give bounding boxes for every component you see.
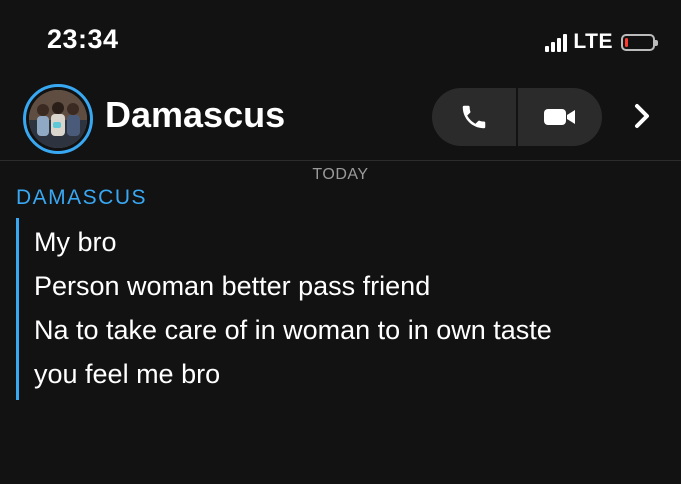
status-time: 23:34: [47, 24, 119, 54]
avatar[interactable]: [23, 84, 93, 154]
video-call-button[interactable]: [518, 88, 602, 146]
profile-chevron-button[interactable]: [622, 96, 662, 136]
call-button-group: [432, 88, 602, 146]
sender-name: DAMASCUS: [16, 186, 148, 209]
chat-header: Damascus: [0, 84, 681, 161]
message-text[interactable]: Person woman better pass friend: [34, 264, 552, 308]
status-bar: 23:34 LTE: [0, 0, 681, 84]
battery-level: [625, 37, 628, 47]
message-group: My bro Person woman better pass friend N…: [16, 218, 552, 400]
video-camera-icon: [544, 109, 575, 125]
contact-name[interactable]: Damascus: [105, 94, 285, 136]
message-text[interactable]: you feel me bro: [34, 352, 552, 396]
contact-photo: [29, 90, 87, 148]
battery-icon: [621, 33, 658, 51]
message-text[interactable]: Na to take care of in woman to in own ta…: [34, 308, 552, 352]
day-separator: TODAY: [312, 166, 369, 183]
phone-icon: [462, 105, 486, 129]
network-type: LTE: [573, 30, 613, 53]
voice-call-button[interactable]: [432, 88, 516, 146]
message-text[interactable]: My bro: [34, 220, 552, 264]
chevron-right-icon: [635, 104, 649, 128]
signal-strength-icon: [545, 32, 568, 52]
status-indicators: LTE: [545, 30, 658, 54]
